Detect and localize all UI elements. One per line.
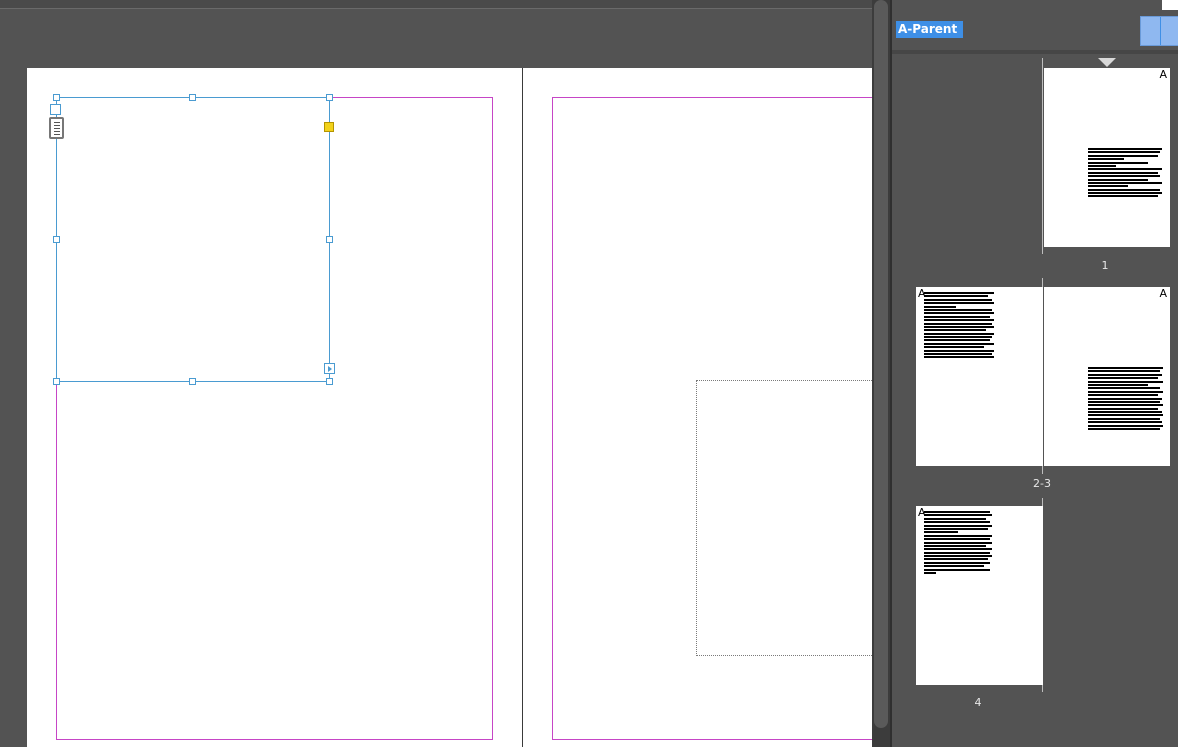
live-corner-handle[interactable] xyxy=(324,122,334,132)
scrollbar-thumb[interactable] xyxy=(874,0,888,728)
current-page-indicator-icon xyxy=(1098,58,1116,67)
text-out-port[interactable] xyxy=(324,363,335,374)
page-number-label[interactable]: 4 xyxy=(948,696,1008,709)
parent-prefix: A xyxy=(1159,68,1167,81)
page-thumbnail-4[interactable]: A xyxy=(916,506,1043,685)
text-thread-icon xyxy=(49,117,64,139)
resize-handle-top-right[interactable] xyxy=(326,94,333,101)
parent-prefix: A xyxy=(1159,287,1167,300)
page-thumbnail-3[interactable]: A xyxy=(1044,287,1170,466)
page-number-label[interactable]: 1 xyxy=(1075,259,1135,272)
panel-section-divider[interactable] xyxy=(892,50,1178,54)
text-preview xyxy=(1088,367,1163,431)
resize-handle-middle-left[interactable] xyxy=(53,236,60,243)
page-number-label[interactable]: 2-3 xyxy=(1012,477,1072,490)
parent-spread-thumbnail[interactable] xyxy=(1140,16,1178,46)
resize-handle-bottom-left[interactable] xyxy=(53,378,60,385)
resize-handle-middle-right[interactable] xyxy=(326,236,333,243)
resize-handle-bottom-center[interactable] xyxy=(189,378,196,385)
pages-panel: A-Parent A 1 A A 2-3 A 4 xyxy=(890,0,1178,747)
text-preview xyxy=(924,511,994,575)
resize-handle-bottom-right[interactable] xyxy=(326,378,333,385)
document-canvas[interactable] xyxy=(0,0,872,747)
resize-handle-top-center[interactable] xyxy=(189,94,196,101)
spread-spine xyxy=(522,68,523,747)
text-preview xyxy=(1088,148,1162,199)
spread-spine-line xyxy=(1042,58,1043,254)
parent-spread-label[interactable]: A-Parent xyxy=(896,21,964,38)
empty-frame-outline[interactable] xyxy=(696,380,872,656)
text-preview xyxy=(924,292,994,360)
page-thumbnail-1[interactable]: A xyxy=(1044,68,1170,247)
page-thumbnail-2[interactable]: A xyxy=(916,287,1043,466)
canvas-vertical-scrollbar[interactable] xyxy=(872,0,890,747)
resize-handle-top-left[interactable] xyxy=(53,94,60,101)
canvas-top-strip xyxy=(0,0,872,9)
panel-top-control[interactable] xyxy=(1162,0,1178,10)
selected-text-frame[interactable] xyxy=(56,97,330,382)
text-in-port[interactable] xyxy=(50,104,61,115)
